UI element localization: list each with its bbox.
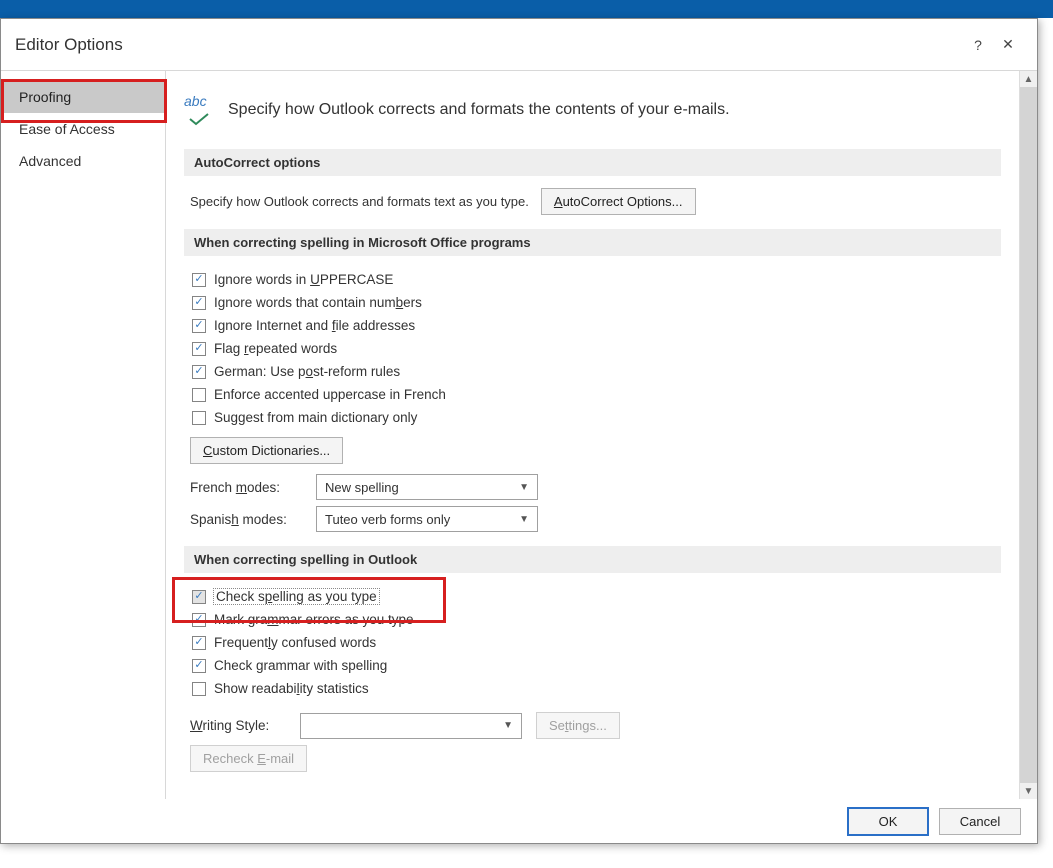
option-label: Flag repeated words	[214, 341, 337, 356]
option-flag-repeated[interactable]: Flag repeated words	[190, 337, 1001, 360]
sidebar-item-advanced[interactable]: Advanced	[1, 145, 165, 177]
sidebar-item-proofing[interactable]: Proofing	[1, 81, 165, 113]
dialog-footer: OK Cancel	[1, 799, 1037, 843]
option-confused-words[interactable]: Frequently confused words	[190, 631, 1001, 654]
intro-text: Specify how Outlook corrects and formats…	[228, 101, 730, 119]
section-office-header: When correcting spelling in Microsoft Of…	[184, 229, 1001, 256]
content-wrap: abc Specify how Outlook corrects and for…	[166, 71, 1037, 799]
settings-button: Settings...	[536, 712, 620, 739]
autocorrect-options-button[interactable]: AutoCorrect Options...	[541, 188, 696, 215]
option-french-accented[interactable]: Enforce accented uppercase in French	[190, 383, 1001, 406]
autocorrect-row: Specify how Outlook corrects and formats…	[190, 188, 1001, 215]
french-modes-select[interactable]: New spelling ▼	[316, 474, 538, 500]
option-ignore-uppercase[interactable]: Ignore words in UPPERCASE	[190, 268, 1001, 291]
sidebar-item-label: Proofing	[19, 89, 71, 105]
sidebar-item-label: Advanced	[19, 153, 81, 169]
option-label: German: Use post-reform rules	[214, 364, 400, 379]
writing-style-select[interactable]: ▼	[300, 713, 522, 739]
help-button[interactable]: ?	[963, 30, 993, 60]
checkbox[interactable]	[192, 411, 206, 425]
writing-style-label: Writing Style:	[190, 718, 286, 733]
french-modes-label: French modes:	[190, 480, 302, 495]
checkbox[interactable]	[192, 590, 206, 604]
titlebar: Editor Options ? ✕	[1, 19, 1037, 71]
recheck-email-button: Recheck E-mail	[190, 745, 307, 772]
option-label: Ignore Internet and file addresses	[214, 318, 415, 333]
editor-options-dialog: Editor Options ? ✕ Proofing Ease of Acce…	[0, 18, 1038, 844]
checkbox[interactable]	[192, 273, 206, 287]
spellcheck-icon: abc	[184, 95, 214, 125]
dialog-body: Proofing Ease of Access Advanced abc	[1, 71, 1037, 799]
checkbox[interactable]	[192, 659, 206, 673]
sidebar-item-ease-of-access[interactable]: Ease of Access	[1, 113, 165, 145]
checkbox[interactable]	[192, 613, 206, 627]
checkbox[interactable]	[192, 342, 206, 356]
option-ignore-internet[interactable]: Ignore Internet and file addresses	[190, 314, 1001, 337]
spanish-modes-row: Spanish modes: Tuteo verb forms only ▼	[190, 506, 1001, 532]
option-label: Check grammar with spelling	[214, 658, 387, 673]
background-app-stub	[0, 0, 1053, 18]
dialog-title: Editor Options	[15, 35, 963, 55]
section-outlook-header: When correcting spelling in Outlook	[184, 546, 1001, 573]
chevron-down-icon: ▼	[519, 482, 529, 493]
option-label: Mark grammar errors as you type	[214, 612, 414, 627]
option-label: Ignore words in UPPERCASE	[214, 272, 393, 287]
writing-style-row: Writing Style: ▼ Settings...	[190, 712, 1001, 739]
spanish-modes-label: Spanish modes:	[190, 512, 302, 527]
sidebar: Proofing Ease of Access Advanced	[1, 71, 166, 799]
option-label: Ignore words that contain numbers	[214, 295, 422, 310]
content: abc Specify how Outlook corrects and for…	[166, 71, 1019, 799]
select-value: New spelling	[325, 480, 399, 495]
option-label: Suggest from main dictionary only	[214, 410, 417, 425]
option-ignore-numbers[interactable]: Ignore words that contain numbers	[190, 291, 1001, 314]
option-main-dictionary-only[interactable]: Suggest from main dictionary only	[190, 406, 1001, 429]
vertical-scrollbar[interactable]: ▲ ▼	[1019, 71, 1037, 799]
option-label: Enforce accented uppercase in French	[214, 387, 446, 402]
option-mark-grammar[interactable]: Mark grammar errors as you type	[190, 608, 1001, 631]
option-label: Check spelling as you type	[214, 589, 379, 604]
checkbox[interactable]	[192, 682, 206, 696]
scroll-up-icon[interactable]: ▲	[1021, 71, 1037, 87]
checkbox[interactable]	[192, 636, 206, 650]
checkbox[interactable]	[192, 388, 206, 402]
scroll-thumb[interactable]	[1020, 87, 1037, 783]
checkbox[interactable]	[192, 319, 206, 333]
chevron-down-icon: ▼	[519, 514, 529, 525]
select-value: Tuteo verb forms only	[325, 512, 450, 527]
section-autocorrect-header: AutoCorrect options	[184, 149, 1001, 176]
option-label: Frequently confused words	[214, 635, 376, 650]
option-german-reform[interactable]: German: Use post-reform rules	[190, 360, 1001, 383]
checkbox[interactable]	[192, 296, 206, 310]
checkbox[interactable]	[192, 365, 206, 379]
option-check-spelling-as-type[interactable]: Check spelling as you type	[190, 585, 1001, 608]
cancel-button[interactable]: Cancel	[939, 808, 1021, 835]
scroll-down-icon[interactable]: ▼	[1021, 783, 1037, 799]
option-check-grammar-with-spelling[interactable]: Check grammar with spelling	[190, 654, 1001, 677]
sidebar-item-label: Ease of Access	[19, 121, 115, 137]
custom-dictionaries-button[interactable]: Custom Dictionaries...	[190, 437, 343, 464]
chevron-down-icon: ▼	[503, 720, 513, 731]
french-modes-row: French modes: New spelling ▼	[190, 474, 1001, 500]
ok-button[interactable]: OK	[847, 807, 929, 836]
close-button[interactable]: ✕	[993, 30, 1023, 60]
intro-row: abc Specify how Outlook corrects and for…	[184, 95, 1001, 125]
spanish-modes-select[interactable]: Tuteo verb forms only ▼	[316, 506, 538, 532]
option-label: Show readability statistics	[214, 681, 369, 696]
option-readability-stats[interactable]: Show readability statistics	[190, 677, 1001, 700]
autocorrect-desc: Specify how Outlook corrects and formats…	[190, 194, 529, 209]
